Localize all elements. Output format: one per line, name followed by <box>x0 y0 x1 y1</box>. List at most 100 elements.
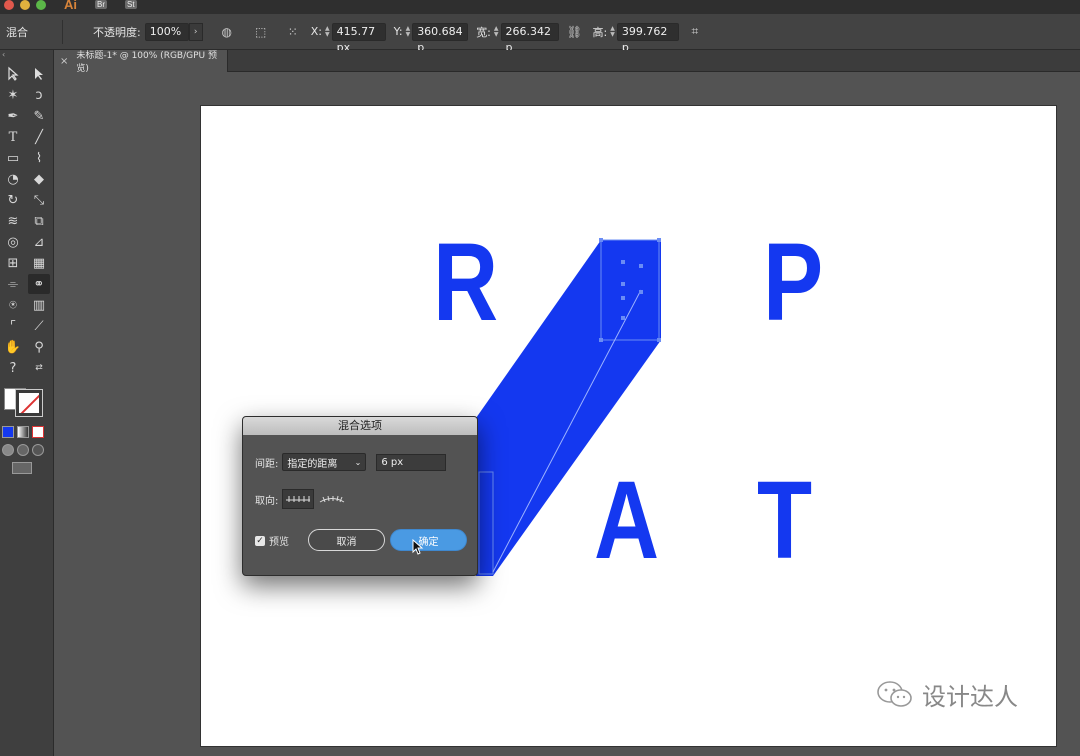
opacity-dropdown-button[interactable]: › <box>188 22 203 41</box>
height-label: 高: <box>592 25 608 39</box>
constrain-proportions-icon[interactable]: ⛓ <box>565 22 585 42</box>
y-label: Y: <box>393 25 403 38</box>
draw-behind-button[interactable] <box>17 444 29 456</box>
zoom-window-button[interactable] <box>36 0 46 10</box>
illustrator-window: Ai Br St 混合 不透明度: 100% › ◍ ⬚ ⁙ X: ▲ ▼ 415… <box>0 0 1080 756</box>
close-window-button[interactable] <box>4 0 14 10</box>
minimize-window-button[interactable] <box>20 0 30 10</box>
artboard-tool-icon[interactable]: ⌜ <box>2 316 24 336</box>
help-icon[interactable]: ? <box>2 358 24 378</box>
letter-r[interactable]: R <box>433 228 498 338</box>
dialog-title: 混合选项 <box>243 417 477 435</box>
document-tab-bar: × 未标题-1* @ 100% (RGB/GPU 预览) <box>54 50 1080 74</box>
panel-grip[interactable]: ‹ <box>0 50 53 64</box>
x-stepper[interactable]: ▲ ▼ <box>325 25 330 38</box>
cancel-button[interactable]: 取消 <box>308 529 385 551</box>
blend-tool-icon[interactable]: ⚭ <box>28 274 50 294</box>
paintbrush-tool-icon[interactable]: ⌇ <box>28 148 50 168</box>
mouse-cursor-icon <box>412 539 424 555</box>
chevron-down-icon: ⌄ <box>354 457 362 467</box>
watermark-text: 设计达人 <box>922 683 1018 711</box>
eraser-tool-icon[interactable]: ◆ <box>28 169 50 189</box>
width-input[interactable]: 266.342 p <box>500 22 559 54</box>
align-selection-icon[interactable]: ⬚ <box>251 22 271 42</box>
opacity-input[interactable]: 100% <box>144 22 189 41</box>
preview-checkbox[interactable]: ✓ <box>255 535 265 546</box>
hand-tool-icon[interactable]: ✋ <box>2 337 24 357</box>
app-logo: Ai <box>64 0 77 12</box>
blend-options-dialog: 混合选项 间距: 指定的距离 ⌄ 6 px 取向: ✓ 预览 取消 确定 <box>242 416 478 576</box>
gradient-tool-icon[interactable]: ▦ <box>28 253 50 273</box>
tools-panel: ‹ ✶ ↄ ✒ ✎ T ╱ ▭ ⌇ ◔ ◆ ↻ ⤡ ≋ ⧉ ◎ ⊿ ⊞ ▦ ⌯ … <box>0 50 54 756</box>
line-tool-icon[interactable]: ╱ <box>28 127 50 147</box>
selection-tool-icon[interactable] <box>2 64 24 84</box>
shape-builder-tool-icon[interactable]: ◎ <box>2 232 24 252</box>
rotate-tool-icon[interactable]: ↻ <box>2 190 24 210</box>
opacity-label: 不透明度: <box>93 25 141 39</box>
height-stepper[interactable]: ▲ ▼ <box>610 25 615 38</box>
eyedropper-tool-icon[interactable]: ⌯ <box>2 274 24 294</box>
letter-e-shape <box>601 240 661 340</box>
reference-point-icon[interactable]: ⁙ <box>283 22 303 42</box>
letter-t[interactable]: T <box>757 466 812 576</box>
divider <box>62 19 63 44</box>
watermark: 设计达人 <box>876 677 1018 712</box>
document-tab[interactable]: × 未标题-1* @ 100% (RGB/GPU 预览) <box>54 50 228 74</box>
scale-tool-icon[interactable]: ⤡ <box>28 190 50 210</box>
height-input[interactable]: 399.762 p <box>616 22 679 54</box>
control-bar: 混合 不透明度: 100% › ◍ ⬚ ⁙ X: ▲ ▼ 415.77 px Y:… <box>0 14 1080 54</box>
transform-icon[interactable]: ⌗ <box>685 22 705 42</box>
mesh-tool-icon[interactable]: ⊞ <box>2 253 24 273</box>
close-tab-icon[interactable]: × <box>60 56 68 67</box>
magic-wand-tool-icon[interactable]: ✶ <box>2 85 24 105</box>
none-mode-button[interactable] <box>32 426 44 438</box>
curvature-tool-icon[interactable]: ✎ <box>28 106 50 126</box>
slice-tool-icon[interactable]: ⟋ <box>28 316 50 336</box>
direct-selection-tool-icon[interactable] <box>28 64 50 84</box>
preview-label: 预览 <box>269 537 289 548</box>
pen-tool-icon[interactable]: ✒ <box>2 106 24 126</box>
gradient-mode-button[interactable] <box>17 426 29 438</box>
zoom-tool-icon[interactable]: ⚲ <box>28 337 50 357</box>
color-mode-button[interactable] <box>2 426 14 438</box>
rectangle-tool-icon[interactable]: ▭ <box>2 148 24 168</box>
ok-button[interactable]: 确定 <box>390 529 467 551</box>
width-label: 宽: <box>476 25 491 39</box>
spacing-value-input[interactable]: 6 px <box>376 453 447 471</box>
recolor-icon[interactable]: ◍ <box>217 22 237 42</box>
stock-button[interactable]: St <box>125 0 137 9</box>
swap-colors-icon[interactable]: ⇄ <box>28 358 50 378</box>
y-input[interactable]: 360.684 p <box>412 22 469 54</box>
selection-type-label: 混合 <box>6 25 28 39</box>
title-bar: Ai Br St <box>0 0 1080 14</box>
fill-stroke-swatches[interactable] <box>2 384 50 420</box>
spacing-label: 间距: <box>255 458 279 470</box>
spacing-mode-select[interactable]: 指定的距离 ⌄ <box>282 453 367 471</box>
letter-p[interactable]: P <box>763 228 823 338</box>
align-to-page-icon <box>286 496 311 502</box>
symbol-sprayer-tool-icon[interactable]: ⍟ <box>2 295 24 315</box>
width-stepper[interactable]: ▲ ▼ <box>494 25 499 38</box>
draw-inside-button[interactable] <box>32 444 44 456</box>
bridge-button[interactable]: Br <box>95 0 107 9</box>
lasso-tool-icon[interactable]: ↄ <box>28 85 50 105</box>
free-transform-tool-icon[interactable]: ⧉ <box>28 211 50 231</box>
x-input[interactable]: 415.77 px <box>331 22 386 54</box>
wechat-icon <box>877 680 912 707</box>
column-graph-tool-icon[interactable]: ▥ <box>28 295 50 315</box>
align-to-path-icon <box>320 495 345 503</box>
x-label: X: <box>310 25 322 38</box>
screen-mode-button[interactable] <box>12 462 32 474</box>
type-tool-icon[interactable]: T <box>2 127 24 147</box>
width-tool-icon[interactable]: ≋ <box>2 211 24 231</box>
perspective-grid-tool-icon[interactable]: ⊿ <box>28 232 50 252</box>
document-tab-title: 未标题-1* @ 100% (RGB/GPU 预览) <box>76 51 217 74</box>
letter-a[interactable]: A <box>594 466 659 576</box>
shaper-tool-icon[interactable]: ◔ <box>2 169 24 189</box>
align-to-path-button[interactable] <box>316 489 348 509</box>
draw-normal-button[interactable] <box>2 444 14 456</box>
orientation-label: 取向: <box>255 495 279 507</box>
y-stepper[interactable]: ▲ ▼ <box>406 25 411 38</box>
align-to-page-button[interactable] <box>282 489 315 509</box>
stroke-swatch[interactable] <box>15 389 43 417</box>
